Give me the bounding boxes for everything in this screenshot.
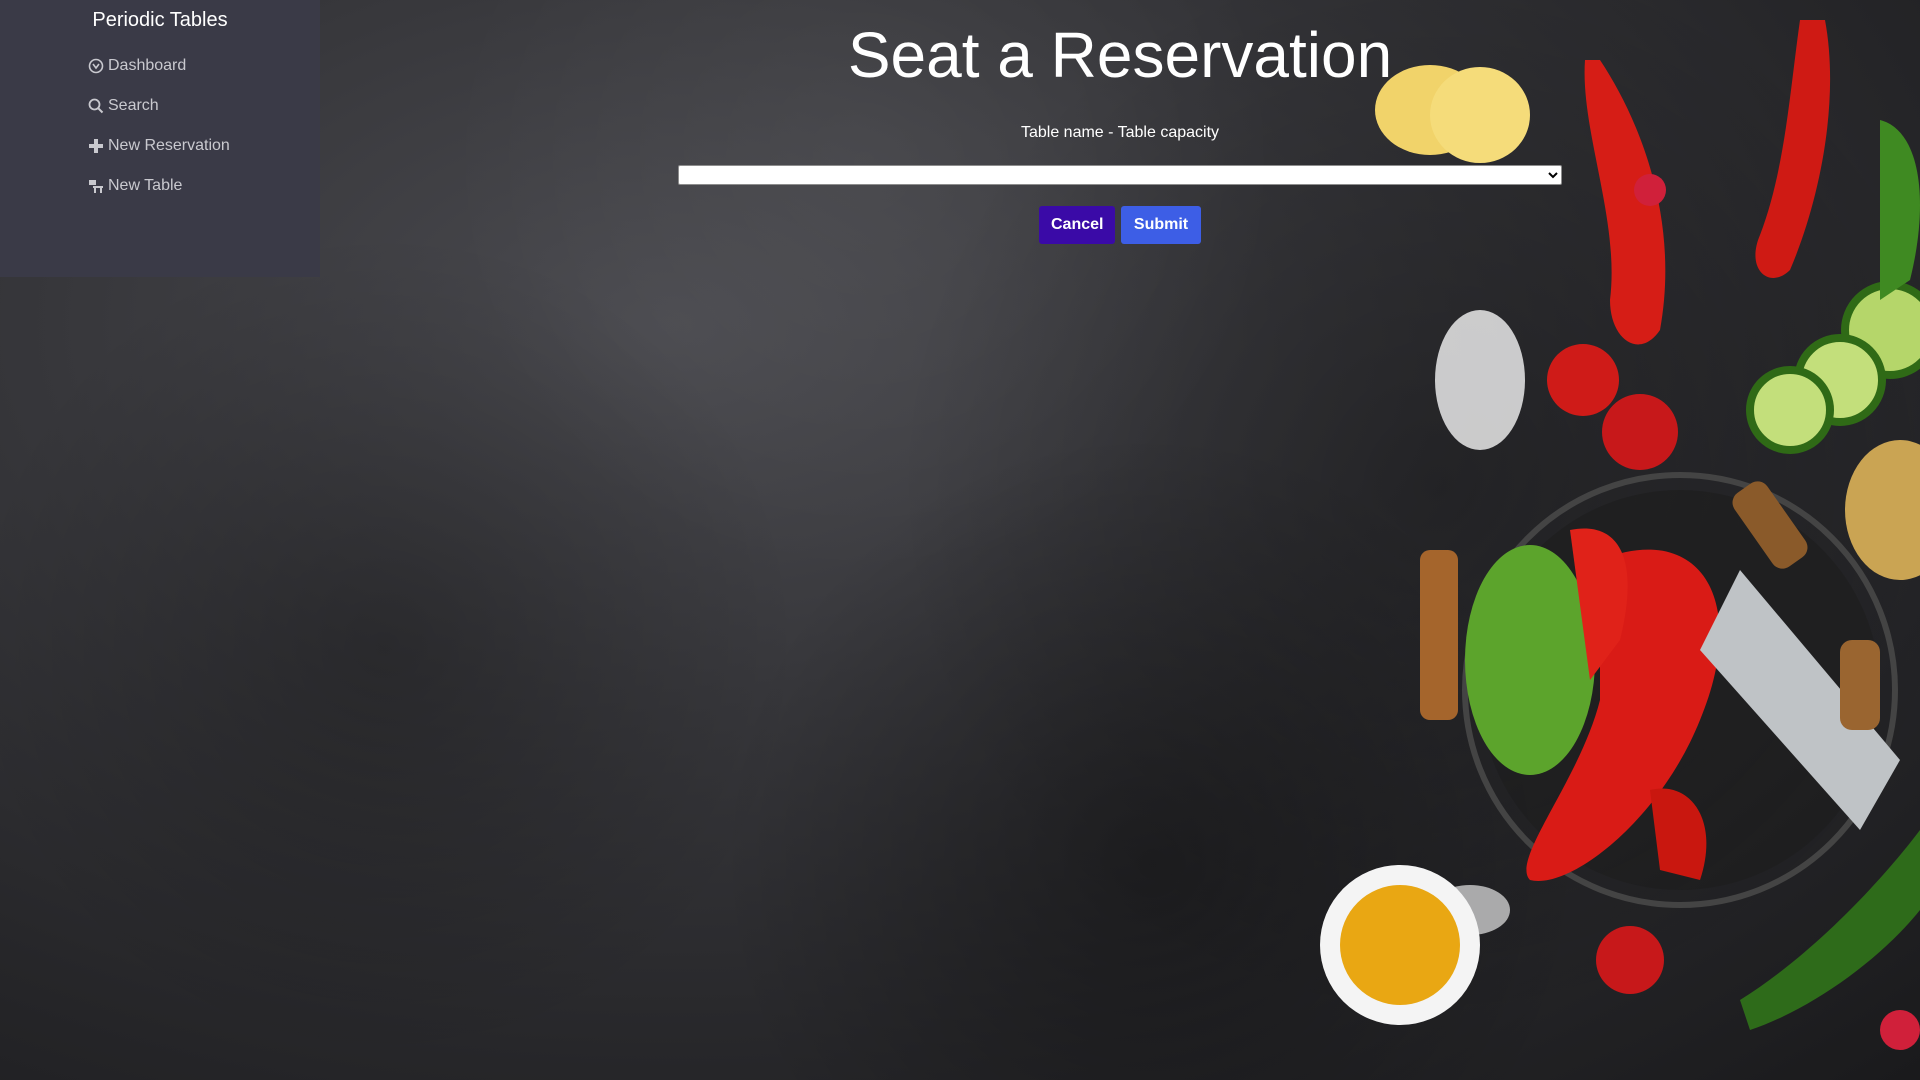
sidebar-item-search[interactable]: Search: [0, 86, 320, 126]
plus-icon: [88, 138, 104, 154]
table-select[interactable]: [678, 165, 1562, 185]
sidebar-item-label: Search: [108, 97, 159, 114]
table-select-label: Table name - Table capacity: [1020, 124, 1220, 141]
search-icon: [88, 98, 104, 114]
main-content: Seat a Reservation Table name - Table ca…: [320, 0, 1920, 1080]
sidebar: Periodic Tables Dashboard Search New Res…: [0, 0, 320, 277]
table-select-wrapper: [678, 165, 1562, 185]
sidebar-item-label: Dashboard: [108, 57, 187, 74]
form-buttons: Cancel Submit: [320, 206, 1920, 244]
sidebar-nav: Dashboard Search New Reservation New Tab…: [0, 46, 320, 206]
brand-title[interactable]: Periodic Tables: [0, 8, 320, 38]
dashboard-icon: [88, 58, 104, 74]
submit-button[interactable]: Submit: [1121, 206, 1201, 244]
sidebar-item-label: New Reservation: [108, 137, 230, 154]
table-icon: [88, 178, 104, 194]
sidebar-item-dashboard[interactable]: Dashboard: [0, 46, 320, 86]
sidebar-item-label: New Table: [108, 177, 183, 194]
sidebar-item-new-table[interactable]: New Table: [0, 166, 320, 206]
page-title: Seat a Reservation: [847, 19, 1393, 91]
sidebar-item-new-reservation[interactable]: New Reservation: [0, 126, 320, 166]
cancel-button[interactable]: Cancel: [1039, 206, 1115, 244]
